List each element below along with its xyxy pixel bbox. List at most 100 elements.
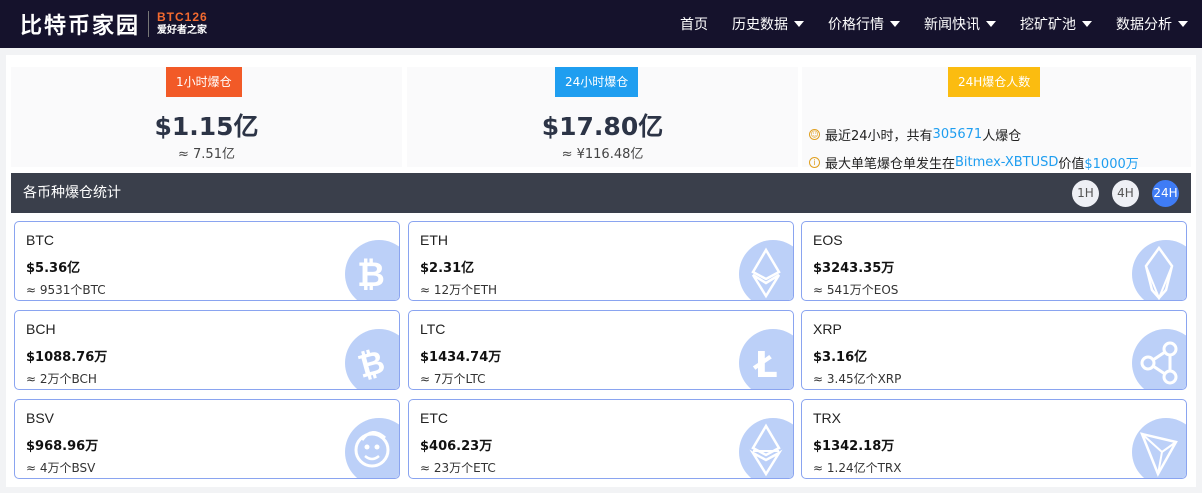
- coin-name: BTC: [26, 232, 54, 248]
- ripple-icon: [1132, 329, 1186, 389]
- nav-label: 挖矿矿池: [1020, 17, 1076, 33]
- nav-mining-pool[interactable]: 挖矿矿池: [1020, 14, 1092, 34]
- bitcoin-icon: ₿: [345, 240, 399, 300]
- coin-amount: ≈ 2万个BCH: [26, 372, 97, 386]
- stat-1h-value: $1.15亿: [154, 112, 259, 141]
- nav-data-analysis[interactable]: 数据分析: [1116, 14, 1188, 34]
- tag-24h-people: 24H爆仓人数: [948, 67, 1041, 97]
- nav-news[interactable]: 新闻快讯: [924, 14, 996, 34]
- coin-amount: ≈ 7万个LTC: [420, 372, 486, 386]
- coin-name: LTC: [420, 321, 446, 337]
- svg-text:₿: ₿: [354, 342, 389, 385]
- section-title: 各币种爆仓统计: [23, 185, 121, 201]
- stat-24h-value: $17.80亿: [541, 112, 664, 141]
- coin-name: BCH: [26, 321, 56, 337]
- svg-text:₿: ₿: [357, 255, 385, 295]
- nav-home[interactable]: 首页: [680, 14, 708, 34]
- coin-name: EOS: [813, 232, 843, 248]
- ethereum-classic-icon: [739, 418, 793, 478]
- tab-24h[interactable]: 24H: [1152, 180, 1179, 207]
- stat-1h-sub: ≈ 7.51亿: [178, 147, 235, 162]
- coin-value: $2.31亿: [420, 261, 475, 276]
- chevron-down-icon: [1082, 21, 1092, 27]
- ethereum-icon: [739, 240, 793, 300]
- coin-name: ETC: [420, 410, 448, 426]
- nav-label: 价格行情: [828, 17, 884, 33]
- coin-amount: ≈ 12万个ETH: [420, 283, 498, 297]
- coin-card-xrp[interactable]: XRP $3.16亿 ≈ 3.45亿个XRP: [801, 310, 1187, 390]
- chevron-down-icon: [890, 21, 900, 27]
- bitcoin-cash-icon: ₿: [345, 329, 399, 389]
- coin-name: TRX: [813, 410, 841, 426]
- site-logo[interactable]: 比特币家园 BTC126 爱好者之家: [20, 6, 208, 42]
- info-text: 最近24小时，共有: [825, 129, 933, 144]
- coin-amount: ≈ 23万个ETC: [420, 461, 496, 475]
- smile-icon: ☺: [809, 129, 820, 140]
- info-text: 价值: [1058, 157, 1085, 172]
- liquidation-panel: 1小时爆仓 $1.15亿 ≈ 7.51亿 24小时爆仓 $17.80亿 ≈ ¥1…: [6, 55, 1196, 487]
- bsv-icon: [345, 418, 399, 478]
- nav-label: 数据分析: [1116, 17, 1172, 33]
- info-line-largest: i 最大单笔爆仓单发生在 Bitmex-XBTUSD 价值 $1000万: [809, 153, 1139, 172]
- coin-amount: ≈ 1.24亿个TRX: [813, 461, 902, 475]
- coin-value: $5.36亿: [26, 261, 81, 276]
- info-icon: i: [809, 157, 820, 168]
- coin-name: BSV: [26, 410, 55, 426]
- coin-name: XRP: [813, 321, 842, 337]
- coin-name: ETH: [420, 232, 448, 248]
- coin-card-etc[interactable]: ETC $406.23万 ≈ 23万个ETC: [408, 399, 794, 479]
- nav-label: 历史数据: [732, 17, 788, 33]
- main-nav: 首页 历史数据 价格行情 新闻快讯 挖矿矿池 数据分析: [680, 0, 1202, 48]
- logo-text: 比特币家园: [20, 14, 141, 39]
- coin-amount: ≈ 541万个EOS: [813, 283, 899, 297]
- tab-4h[interactable]: 4H: [1112, 180, 1139, 207]
- info-text: 人爆仓: [982, 129, 1022, 144]
- coin-card-btc[interactable]: BTC $5.36亿 ≈ 9531个BTC ₿: [14, 221, 400, 301]
- chevron-down-icon: [794, 21, 804, 27]
- coin-value: $406.23万: [420, 439, 493, 454]
- tag-24h: 24小时爆仓: [555, 67, 639, 97]
- logo-slogan: 爱好者之家: [157, 25, 208, 36]
- logo-divider: [148, 11, 150, 37]
- top-navigation-bar: 比特币家园 BTC126 爱好者之家 首页 历史数据 价格行情 新闻快讯 挖矿矿…: [0, 0, 1202, 48]
- coin-amount: ≈ 4万个BSV: [26, 461, 96, 475]
- coin-value: $3.16亿: [813, 350, 868, 365]
- svg-text:Ł: Ł: [752, 345, 777, 386]
- stat-1h-liquidation: 1小时爆仓 $1.15亿 ≈ 7.51亿: [11, 67, 402, 167]
- tag-1h: 1小时爆仓: [166, 67, 242, 97]
- tron-icon: [1132, 418, 1186, 478]
- eos-icon: [1132, 240, 1186, 300]
- coin-card-trx[interactable]: TRX $1342.18万 ≈ 1.24亿个TRX: [801, 399, 1187, 479]
- logo-en-text: BTC126: [157, 10, 208, 24]
- coin-card-ltc[interactable]: LTC $1434.74万 ≈ 7万个LTC Ł: [408, 310, 794, 390]
- stat-24h-sub: ≈ ¥116.48亿: [561, 147, 644, 162]
- info-line-count: ☺ 最近24小时，共有 305671 人爆仓: [809, 125, 1021, 144]
- nav-price-market[interactable]: 价格行情: [828, 14, 900, 34]
- section-header: 各币种爆仓统计 1H 4H 24H: [11, 173, 1191, 213]
- coin-value: $1088.76万: [26, 350, 108, 365]
- largest-amount: $1000万: [1084, 157, 1139, 172]
- tab-1h[interactable]: 1H: [1072, 180, 1099, 207]
- chevron-down-icon: [986, 21, 996, 27]
- stat-24h-liquidation: 24小时爆仓 $17.80亿 ≈ ¥116.48亿: [407, 67, 798, 167]
- coin-amount: ≈ 9531个BTC: [26, 283, 106, 297]
- litecoin-icon: Ł: [739, 329, 793, 389]
- coin-card-bch[interactable]: BCH $1088.76万 ≈ 2万个BCH ₿: [14, 310, 400, 390]
- largest-pair: Bitmex-XBTUSD: [955, 155, 1059, 170]
- coin-card-eos[interactable]: EOS $3243.35万 ≈ 541万个EOS: [801, 221, 1187, 301]
- coin-amount: ≈ 3.45亿个XRP: [813, 372, 902, 386]
- info-text: 最大单笔爆仓单发生在: [825, 157, 956, 172]
- coin-value: $1342.18万: [813, 439, 895, 454]
- logo-badge: BTC126 爱好者之家: [157, 10, 208, 38]
- nav-label: 新闻快讯: [924, 17, 980, 33]
- stat-24h-people: 24H爆仓人数 ☺ 最近24小时，共有 305671 人爆仓 i 最大单笔爆仓单发生…: [802, 67, 1191, 172]
- chevron-down-icon: [1178, 21, 1188, 27]
- nav-history-data[interactable]: 历史数据: [732, 14, 804, 34]
- coin-value: $968.96万: [26, 439, 99, 454]
- coin-card-bsv[interactable]: BSV $968.96万 ≈ 4万个BSV: [14, 399, 400, 479]
- nav-label: 首页: [680, 17, 708, 33]
- people-count: 305671: [932, 127, 983, 142]
- coin-value: $1434.74万: [420, 350, 502, 365]
- coin-value: $3243.35万: [813, 261, 895, 276]
- coin-card-eth[interactable]: ETH $2.31亿 ≈ 12万个ETH: [408, 221, 794, 301]
